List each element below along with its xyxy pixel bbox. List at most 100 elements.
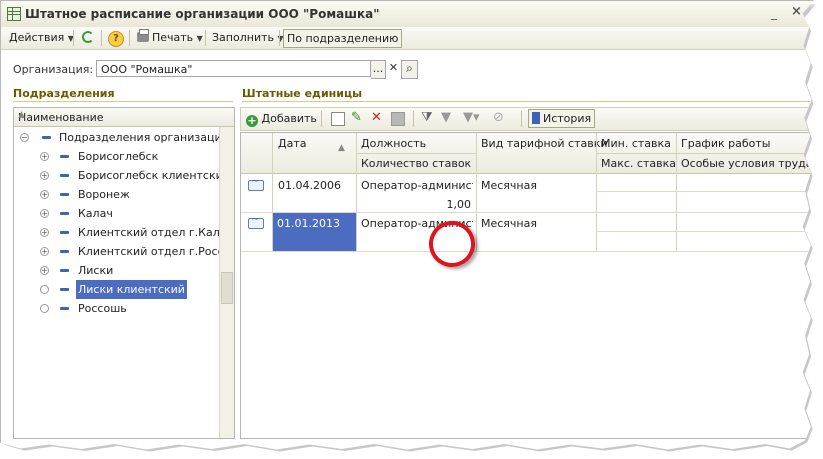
folder-icon: [60, 231, 69, 234]
tree-item-selected[interactable]: Лиски клиентский: [14, 280, 219, 299]
row-divider: [596, 191, 814, 192]
folder-icon: [60, 307, 69, 310]
staff-unit-icon: [248, 214, 264, 229]
sort-icon: ▲: [338, 143, 345, 153]
folder-icon: [60, 193, 69, 196]
organization-field[interactable]: ООО "Ромашка": [96, 60, 371, 77]
expand-icon[interactable]: +: [40, 152, 49, 161]
column-position[interactable]: Должность: [361, 137, 426, 150]
close-button[interactable]: ×: [791, 4, 802, 19]
filter-dropdown-icon[interactable]: ▼▾: [463, 111, 483, 124]
tree-item-label: Клиентский отдел г.Россошь: [78, 245, 235, 258]
expand-icon[interactable]: +: [40, 190, 49, 199]
selected-cell[interactable]: 01.01.2013: [273, 213, 356, 251]
tree-item[interactable]: + Борисоглебск клиентский: [14, 166, 230, 185]
search-icon[interactable]: ⌕: [401, 60, 418, 79]
staff-unit-icon: [248, 176, 264, 191]
plus-icon: +: [246, 114, 258, 127]
column-rate-count[interactable]: Количество ставок: [361, 157, 471, 170]
row-divider: [241, 251, 814, 252]
fill-menu[interactable]: Заполнить ▼: [209, 29, 287, 46]
actions-menu[interactable]: Действия ▼: [6, 29, 77, 46]
tree-scrollbar[interactable]: [219, 127, 234, 438]
toolbar-divider: [101, 30, 102, 46]
print-label: Печать: [152, 31, 194, 44]
tree-item[interactable]: + Борисоглебск: [14, 147, 219, 166]
tree-item[interactable]: + Лиски: [14, 261, 219, 280]
delete-icon[interactable]: ✕: [371, 111, 383, 124]
tree-item[interactable]: + Клиентский отдел г.Россошь: [14, 242, 234, 261]
header-divider: [596, 153, 814, 154]
expand-icon[interactable]: +: [40, 171, 49, 180]
tree-item[interactable]: + Воронеж: [14, 185, 219, 204]
help-button[interactable]: ?: [105, 29, 127, 47]
window-title: Штатное расписание организации ООО "Рома…: [25, 7, 380, 21]
row-date: 01.01.2013: [277, 217, 340, 230]
folder-icon: [60, 155, 69, 158]
edit-icon[interactable]: ✎: [351, 111, 363, 124]
select-button[interactable]: ...: [371, 60, 386, 79]
folder-icon: [60, 288, 69, 291]
clear-icon[interactable]: ✕: [387, 60, 400, 77]
row-divider: [596, 231, 814, 232]
section-divider: [242, 101, 810, 102]
column-schedule[interactable]: График работы: [681, 137, 770, 150]
printer-icon: [137, 29, 149, 42]
filter-icon[interactable]: ⧩: [421, 111, 433, 124]
save-icon[interactable]: [391, 112, 405, 126]
staff-units-grid: Дата ▲ Должность Количество ставок Вид т…: [240, 132, 814, 439]
toolbar-divider: [413, 111, 414, 127]
tree-item-label: Борисоглебск: [78, 150, 159, 163]
main-toolbar: Действия ▼ ? Печать ▼ Заполнить ▼ По под…: [1, 27, 813, 50]
tree-item-label: Лиски клиентский: [76, 280, 187, 299]
toolbar-divider: [279, 30, 280, 46]
copy-icon[interactable]: [331, 112, 345, 126]
grid-header: Дата ▲ Должность Количество ставок Вид т…: [241, 133, 814, 174]
column-max-rate[interactable]: Макс. ставка: [601, 157, 676, 170]
folder-icon: [60, 174, 69, 177]
scrollbar-thumb[interactable]: [221, 272, 233, 304]
row-date: 01.04.2006: [278, 179, 341, 192]
tree-item-label: Калач: [78, 207, 113, 220]
expand-icon[interactable]: +: [40, 228, 49, 237]
table-icon: [7, 7, 21, 21]
tree-item-label: Клиентский отдел г.Калач: [78, 226, 233, 239]
folder-icon: [42, 136, 51, 139]
column-date[interactable]: Дата: [278, 137, 306, 150]
refresh-icon: [82, 31, 94, 43]
minimize-button[interactable]: _: [771, 6, 777, 20]
print-menu[interactable]: Печать ▼: [134, 29, 206, 46]
expand-icon[interactable]: +: [40, 209, 49, 218]
by-subdivision-toggle[interactable]: По подразделению: [283, 29, 403, 48]
window: Штатное расписание организации ООО "Рома…: [0, 0, 814, 450]
tree-column-header[interactable]: Наименование ▲: [14, 108, 234, 127]
expand-icon[interactable]: +: [40, 266, 49, 275]
column-divider: [676, 133, 677, 251]
tree-item[interactable]: + Клиентский отдел г.Калач: [14, 223, 233, 242]
clear-filter-icon[interactable]: ⊘: [493, 111, 505, 124]
column-divider: [596, 133, 597, 251]
add-button[interactable]: + Добавить: [243, 110, 320, 127]
column-min-rate[interactable]: Мин. ставка: [601, 137, 671, 150]
tree-root-label: Подразделения организации: [59, 131, 229, 144]
expand-icon[interactable]: +: [40, 247, 49, 256]
subdivisions-header: Подразделения: [13, 87, 115, 100]
column-divider: [476, 133, 477, 251]
staff-units-header: Штатные единицы: [242, 87, 363, 100]
filter-icon[interactable]: ▼: [441, 111, 453, 124]
help-icon: ?: [108, 31, 124, 47]
tree-item[interactable]: + Калач: [14, 204, 219, 223]
collapse-icon[interactable]: −: [20, 133, 29, 142]
column-rate-type[interactable]: Вид тарифной ставки: [481, 137, 608, 150]
refresh-button[interactable]: [79, 29, 97, 46]
history-button[interactable]: История: [528, 109, 596, 128]
leaf-icon: [40, 304, 49, 313]
history-label: История: [543, 112, 592, 125]
add-label: Добавить: [261, 112, 317, 125]
staff-units-toolbar: + Добавить ✎ ✕ ⧩ ▼ ▼▾ ⊘ История: [240, 107, 814, 131]
toolbar-divider: [73, 30, 74, 46]
tree-item-label: Воронеж: [78, 188, 130, 201]
tree-item[interactable]: Россошь: [14, 299, 219, 318]
tree-root[interactable]: − Подразделения организации: [14, 128, 229, 147]
column-special-conditions[interactable]: Особые условия труда: [681, 157, 814, 170]
